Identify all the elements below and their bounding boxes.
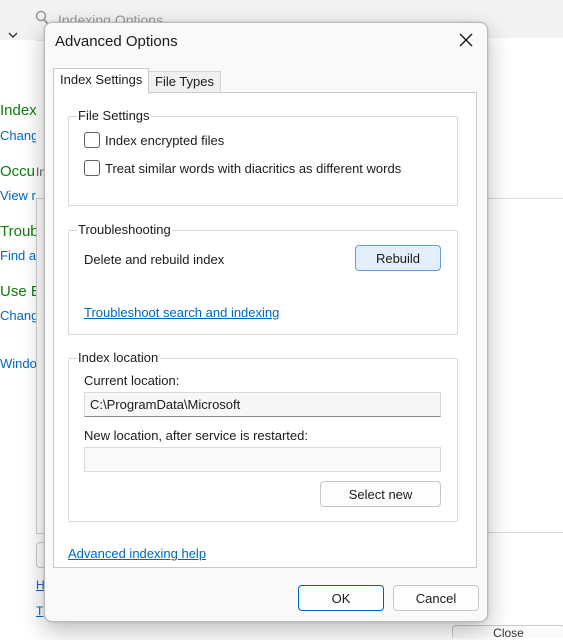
rebuild-button[interactable]: Rebuild: [355, 245, 441, 271]
background-link-troubleshoot[interactable]: Troub: [0, 223, 36, 240]
checkbox-square: [84, 132, 100, 148]
advanced-options-dialog: Advanced Options Index Settings File Typ…: [44, 22, 488, 622]
background-link-occur[interactable]: Occur: [0, 163, 36, 180]
background-troubleshoot-link[interactable]: T: [36, 604, 43, 618]
background-windows-link[interactable]: Windo: [0, 356, 36, 371]
index-encrypted-checkbox[interactable]: Index encrypted files: [84, 131, 224, 149]
new-location-label: New location, after service is restarted…: [84, 428, 308, 443]
current-location-label: Current location:: [84, 373, 180, 388]
background-sublink-index[interactable]: Change: [0, 128, 36, 143]
background-close-button[interactable]: Close: [452, 625, 563, 640]
troubleshooting-group: Troubleshooting Delete and rebuild index…: [68, 222, 458, 335]
checkbox-square: [84, 160, 100, 176]
background-sublink-use[interactable]: Change: [0, 308, 36, 323]
file-settings-group: File Settings Index encrypted files Trea…: [68, 108, 458, 206]
close-button[interactable]: [449, 27, 483, 55]
close-icon: [459, 33, 473, 50]
tab-file-types[interactable]: File Types: [148, 71, 222, 92]
advanced-indexing-help-link[interactable]: Advanced indexing help: [68, 546, 206, 561]
tab-index-settings[interactable]: Index Settings: [53, 68, 150, 94]
troubleshoot-link[interactable]: Troubleshoot search and indexing: [84, 305, 279, 320]
index-settings-page: File Settings Index encrypted files Trea…: [53, 92, 477, 568]
background-sublink-troubleshoot[interactable]: Find an: [0, 248, 36, 263]
cancel-button[interactable]: Cancel: [393, 585, 479, 611]
tab-strip: Index Settings File Types: [53, 68, 463, 94]
index-location-legend: Index location: [77, 350, 160, 365]
diacritics-checkbox[interactable]: Treat similar words with diacritics as d…: [84, 159, 401, 177]
current-location-field: C:\ProgramData\Microsoft: [84, 392, 441, 417]
rebuild-text: Delete and rebuild index: [84, 252, 225, 267]
diacritics-label: Treat similar words with diacritics as d…: [105, 160, 402, 176]
dialog-title: Advanced Options: [55, 33, 178, 50]
background-left-pane: Index Change Occur View r Troub Find an …: [0, 40, 36, 635]
background-link-use[interactable]: Use E: [0, 283, 36, 300]
index-location-group: Index location Current location: C:\Prog…: [68, 350, 458, 522]
background-right-list: [486, 198, 563, 533]
background-right-pane: [485, 38, 563, 533]
new-location-field: [84, 447, 441, 472]
file-settings-legend: File Settings: [77, 108, 151, 123]
ok-button[interactable]: OK: [298, 585, 384, 611]
background-link-index[interactable]: Index: [0, 102, 36, 119]
background-sublink-occur[interactable]: View r: [0, 188, 36, 203]
select-new-button[interactable]: Select new: [320, 481, 441, 507]
troubleshooting-legend: Troubleshooting: [77, 222, 172, 237]
index-encrypted-label: Index encrypted files: [105, 132, 225, 148]
